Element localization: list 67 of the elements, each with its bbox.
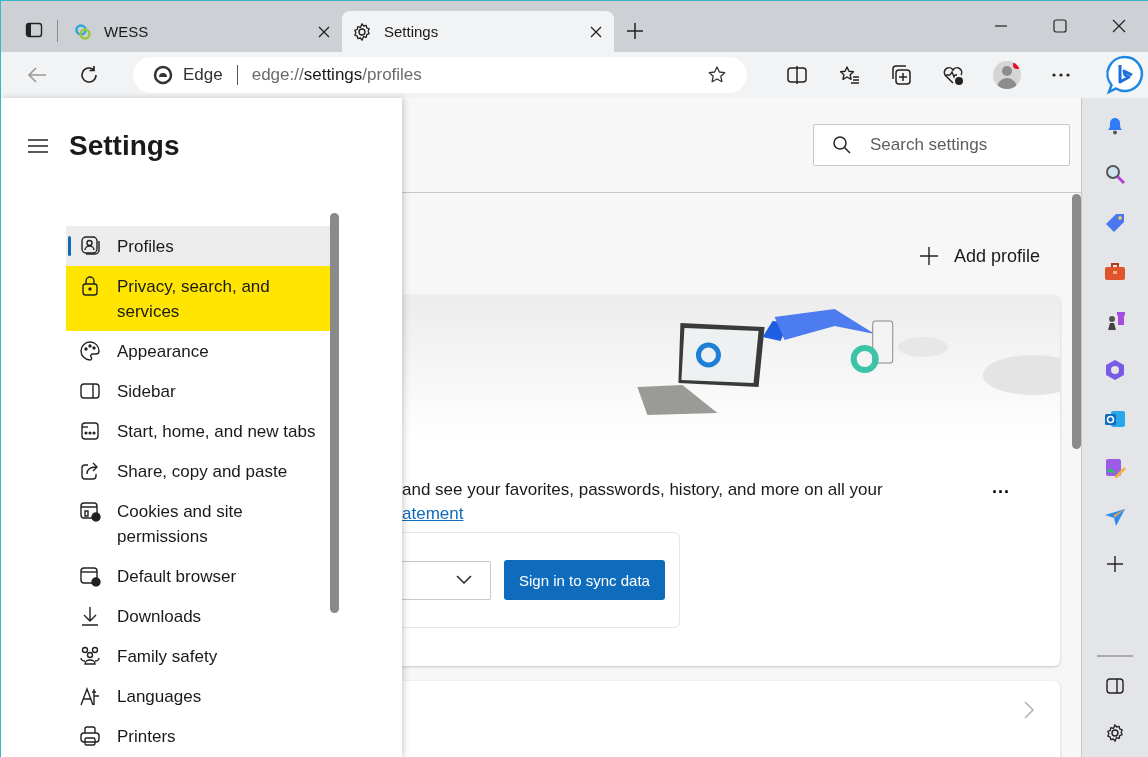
close-icon[interactable]	[318, 25, 330, 38]
panel-title: Settings	[69, 130, 180, 162]
settings-nav-item[interactable]: Cookies and site permissions	[66, 491, 330, 556]
site-label: Edge	[183, 65, 223, 85]
download-icon	[79, 605, 101, 627]
gear-icon	[352, 21, 372, 42]
languages-icon	[79, 685, 101, 707]
address-bar[interactable]: Edge edge://settings/profiles	[133, 57, 747, 93]
settings-nav-item[interactable]: Privacy, search, and services	[66, 266, 330, 331]
sync-description: and see your favorites, passwords, history, and more on all your	[402, 479, 883, 501]
settings-nav-item[interactable]: Languages	[66, 676, 330, 716]
close-icon[interactable]	[590, 25, 602, 38]
browser-tab[interactable]: WESS	[70, 11, 342, 52]
cookies-icon	[79, 500, 101, 522]
profile-icon	[79, 235, 101, 257]
lock-icon	[79, 275, 101, 297]
menu-icon[interactable]	[27, 138, 49, 154]
site-favicon-icon	[74, 22, 92, 41]
palette-icon	[79, 340, 101, 362]
star-icon[interactable]	[707, 65, 727, 85]
health-icon[interactable]	[942, 64, 964, 86]
tab-title: WESS	[104, 23, 150, 40]
search-field[interactable]: Search settings	[813, 124, 1070, 166]
add-profile-button[interactable]: Add profile	[915, 241, 1040, 271]
chevron-right-icon	[1024, 701, 1034, 719]
settings-nav-item[interactable]: Downloads	[66, 596, 330, 636]
scrollbar-thumb[interactable]	[330, 213, 339, 613]
refresh-icon[interactable]	[78, 64, 100, 86]
browser-tab[interactable]: Settings	[342, 11, 614, 52]
split-screen-icon[interactable]	[786, 64, 808, 86]
new-tab-icon[interactable]	[626, 22, 644, 40]
scrollbar-thumb[interactable]	[1072, 194, 1081, 449]
settings-nav-item[interactable]: Default browser	[66, 556, 330, 596]
plus-icon	[919, 247, 938, 265]
settings-icon[interactable]	[1105, 723, 1125, 743]
maximize-icon[interactable]	[1053, 19, 1067, 33]
chevron-down-icon	[456, 575, 472, 585]
more-options-button[interactable]: ...	[986, 478, 1016, 496]
favorites-icon[interactable]	[838, 64, 860, 86]
settings-nav-item[interactable]: Sidebar	[66, 371, 330, 411]
paper-plane-icon[interactable]	[1104, 506, 1126, 528]
search-icon[interactable]	[1104, 163, 1126, 185]
printer-icon	[79, 725, 101, 747]
default-icon	[79, 565, 101, 587]
sidebar-icon[interactable]	[1105, 676, 1125, 696]
settings-nav-item[interactable]: Start, home, and new tabs	[66, 411, 330, 451]
settings-nav-item[interactable]: Printers	[66, 716, 330, 756]
privacy-statement-link[interactable]: atement	[402, 504, 464, 523]
sign-in-button[interactable]: Sign in to sync data	[504, 560, 665, 600]
settings-nav-item[interactable]: Share, copy and paste	[66, 451, 330, 491]
sidebar-icon	[79, 380, 101, 402]
family-icon	[79, 645, 101, 667]
settings-nav-item[interactable]: Family safety	[66, 636, 330, 676]
toolbox-icon[interactable]	[1104, 261, 1126, 283]
tag-icon[interactable]	[1104, 212, 1126, 234]
tab-actions-icon[interactable]	[24, 20, 44, 40]
settings-nav-item[interactable]: Profiles	[66, 226, 330, 266]
collections-icon[interactable]	[890, 64, 912, 86]
start-icon	[79, 420, 101, 442]
search-icon	[832, 135, 852, 155]
image-edit-icon[interactable]	[1104, 457, 1126, 479]
plus-icon[interactable]	[1106, 555, 1124, 573]
tab-title: Settings	[384, 23, 440, 40]
url-text: edge://settings/profiles	[251, 65, 422, 85]
profile-avatar-icon[interactable]	[993, 61, 1021, 89]
settings-nav-item[interactable]: Appearance	[66, 331, 330, 371]
close-icon[interactable]	[1112, 19, 1126, 33]
